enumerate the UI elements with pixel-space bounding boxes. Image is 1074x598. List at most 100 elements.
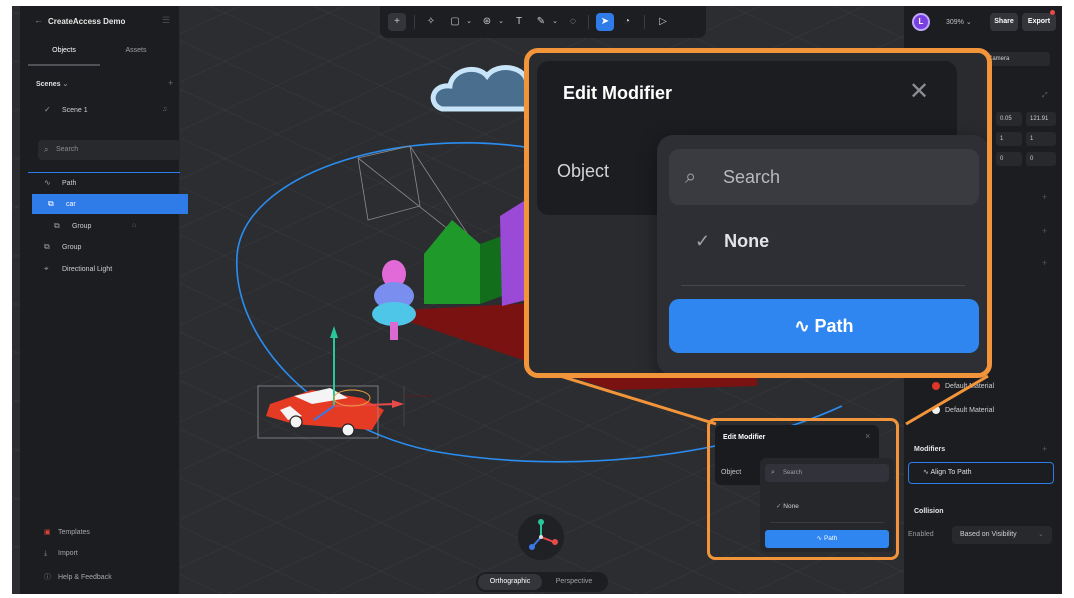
zoom-level[interactable]: 309% ⌄ <box>946 18 972 26</box>
left-panel: ← CreateAccess Demo ☰ Objects Assets Sce… <box>20 6 188 594</box>
panel-tabs: Objects Assets <box>28 40 172 66</box>
value-field[interactable]: 0.05 <box>996 112 1022 126</box>
layer-item-group[interactable]: ⧉ Group <box>28 237 180 257</box>
house-object <box>424 220 502 304</box>
layer-item-path[interactable]: ∿ Path <box>28 172 180 192</box>
layer-label: Path <box>61 180 77 187</box>
scenes-label: Scenes <box>36 81 61 88</box>
import-icon: ⤓ <box>44 550 48 557</box>
object-label: Object <box>557 161 610 181</box>
layer-label: Group <box>71 223 92 230</box>
option-none[interactable]: ✓ None <box>695 231 769 252</box>
back-icon[interactable]: ← <box>34 15 43 25</box>
search-placeholder: Search <box>783 470 803 476</box>
scene-item[interactable]: ✓ Scene 1 ♫ <box>28 100 180 120</box>
dropdown-search-input[interactable]: ⌕ Search <box>669 149 979 205</box>
zoomed-callout: Edit Modifier ✕ Object ⌕ Search ✓ None ∿ … <box>524 48 992 378</box>
headphones-icon: ♫ <box>162 106 168 113</box>
layer-item-light[interactable]: ⌖ Directional Light <box>28 259 180 279</box>
popup-title: Edit Modifier <box>723 434 766 441</box>
chevron-down-icon: ⌄ <box>1038 531 1044 538</box>
value-field[interactable]: 0 <box>996 152 1022 166</box>
tree-object <box>372 260 416 340</box>
group-icon: ⧉ <box>54 221 60 230</box>
option-none[interactable]: ✓ None <box>776 502 799 510</box>
add-icon[interactable]: + <box>1042 192 1047 202</box>
modifier-align-to-path[interactable]: ∿ Align To Path <box>908 462 1054 484</box>
path-icon: ∿ <box>794 316 815 336</box>
add-icon[interactable]: + <box>1042 226 1047 236</box>
option-path[interactable]: ∿ Path <box>669 299 979 353</box>
perspective-option[interactable]: Perspective <box>542 574 606 590</box>
scenes-header[interactable]: Scenes ⌄ <box>36 80 68 88</box>
collision-label: Collision <box>914 508 944 515</box>
layer-item-car[interactable]: ⧉ car <box>32 194 188 214</box>
templates-link[interactable]: ▣ Templates <box>44 528 90 536</box>
option-label: None <box>783 503 799 510</box>
tab-objects[interactable]: Objects <box>28 40 100 66</box>
option-path[interactable]: ∿ Path <box>765 530 889 548</box>
sparkle-icon[interactable]: ✧ <box>422 13 440 31</box>
popup-title: Edit Modifier <box>563 83 672 103</box>
notification-dot <box>1050 10 1055 15</box>
value-field[interactable]: 1 <box>996 132 1022 146</box>
add-scene-icon[interactable]: + <box>168 78 173 88</box>
value-field[interactable]: 1 <box>1026 132 1056 146</box>
avatar[interactable]: L <box>912 13 930 31</box>
play-icon[interactable]: ▷ <box>654 13 672 31</box>
add-icon[interactable]: + <box>1042 258 1047 268</box>
menu-icon[interactable]: ☰ <box>162 15 172 25</box>
zoom-value: 309% <box>946 19 964 26</box>
export-button[interactable]: Export <box>1022 13 1056 31</box>
enabled-label: Enabled <box>908 531 934 538</box>
import-label: Import <box>58 550 78 557</box>
visibility-value: Based on Visibility <box>960 531 1017 538</box>
material-swatch <box>932 406 940 414</box>
layer-item-group[interactable]: ⧉ Group ⌂ <box>28 216 180 236</box>
comment-icon[interactable]: ◌ <box>564 13 582 31</box>
lock-icon[interactable]: ⌂ <box>132 216 136 236</box>
tab-assets[interactable]: Assets <box>100 40 172 66</box>
visibility-select[interactable]: Based on Visibility ⌄ <box>952 526 1052 544</box>
material-item[interactable]: Default Material <box>932 406 994 414</box>
object-label: Object <box>721 469 742 476</box>
orthographic-option[interactable]: Orthographic <box>478 574 542 590</box>
layers-search-input[interactable]: ⌕ Search <box>38 140 180 160</box>
cursor-icon[interactable]: ➤ <box>596 13 614 31</box>
toolbar-divider <box>588 15 589 29</box>
axis-gizmo-icon <box>529 519 558 550</box>
text-icon[interactable]: T <box>510 13 528 31</box>
path-icon: ∿ <box>816 535 824 542</box>
expand-icon[interactable]: ⤢ <box>1042 92 1048 100</box>
chevron-down-icon[interactable]: ⌄ <box>460 13 478 31</box>
help-link[interactable]: ⓘ Help & Feedback <box>44 572 112 582</box>
layer-label: Directional Light <box>61 266 113 273</box>
toolbar-divider <box>644 15 645 29</box>
view-mode-toggle: Orthographic Perspective <box>476 572 608 592</box>
close-icon[interactable]: × <box>865 431 870 441</box>
option-label: Path <box>814 316 854 336</box>
view-gizmo[interactable] <box>518 514 564 560</box>
value-field[interactable]: 121.91 <box>1026 112 1056 126</box>
dropdown-search-input[interactable]: ⌕ Search <box>765 464 889 482</box>
top-toolbar: + ✧ ▢ ⌄ ⊛ ⌄ T ✎ ⌄ ◌ ➤ ◔ ▷ <box>380 6 706 38</box>
value-field[interactable]: 0 <box>1026 152 1056 166</box>
chevron-down-icon[interactable]: ⌄ <box>546 13 564 31</box>
import-link[interactable]: ⤓ Import <box>44 550 78 558</box>
add-modifier-icon[interactable]: + <box>1042 444 1047 454</box>
modifier-label: Align To Path <box>930 469 972 476</box>
option-label: Path <box>823 535 838 542</box>
templates-label: Templates <box>58 529 90 536</box>
hand-icon[interactable]: ◔ <box>618 13 636 31</box>
group-icon: ⧉ <box>48 199 54 208</box>
search-placeholder: Search <box>56 146 79 153</box>
share-button[interactable]: Share <box>990 13 1018 31</box>
plus-icon[interactable]: + <box>388 13 406 31</box>
chevron-down-icon[interactable]: ⌄ <box>492 13 510 31</box>
camera-select[interactable]: Camera <box>984 52 1050 66</box>
object-dropdown-zoomed: ⌕ Search ✓ None ∿ Path <box>657 135 987 373</box>
material-label: Default Material <box>945 406 995 414</box>
toolbar-divider <box>414 15 415 29</box>
close-icon[interactable]: ✕ <box>909 77 929 106</box>
material-item[interactable]: Default Material <box>932 382 994 390</box>
